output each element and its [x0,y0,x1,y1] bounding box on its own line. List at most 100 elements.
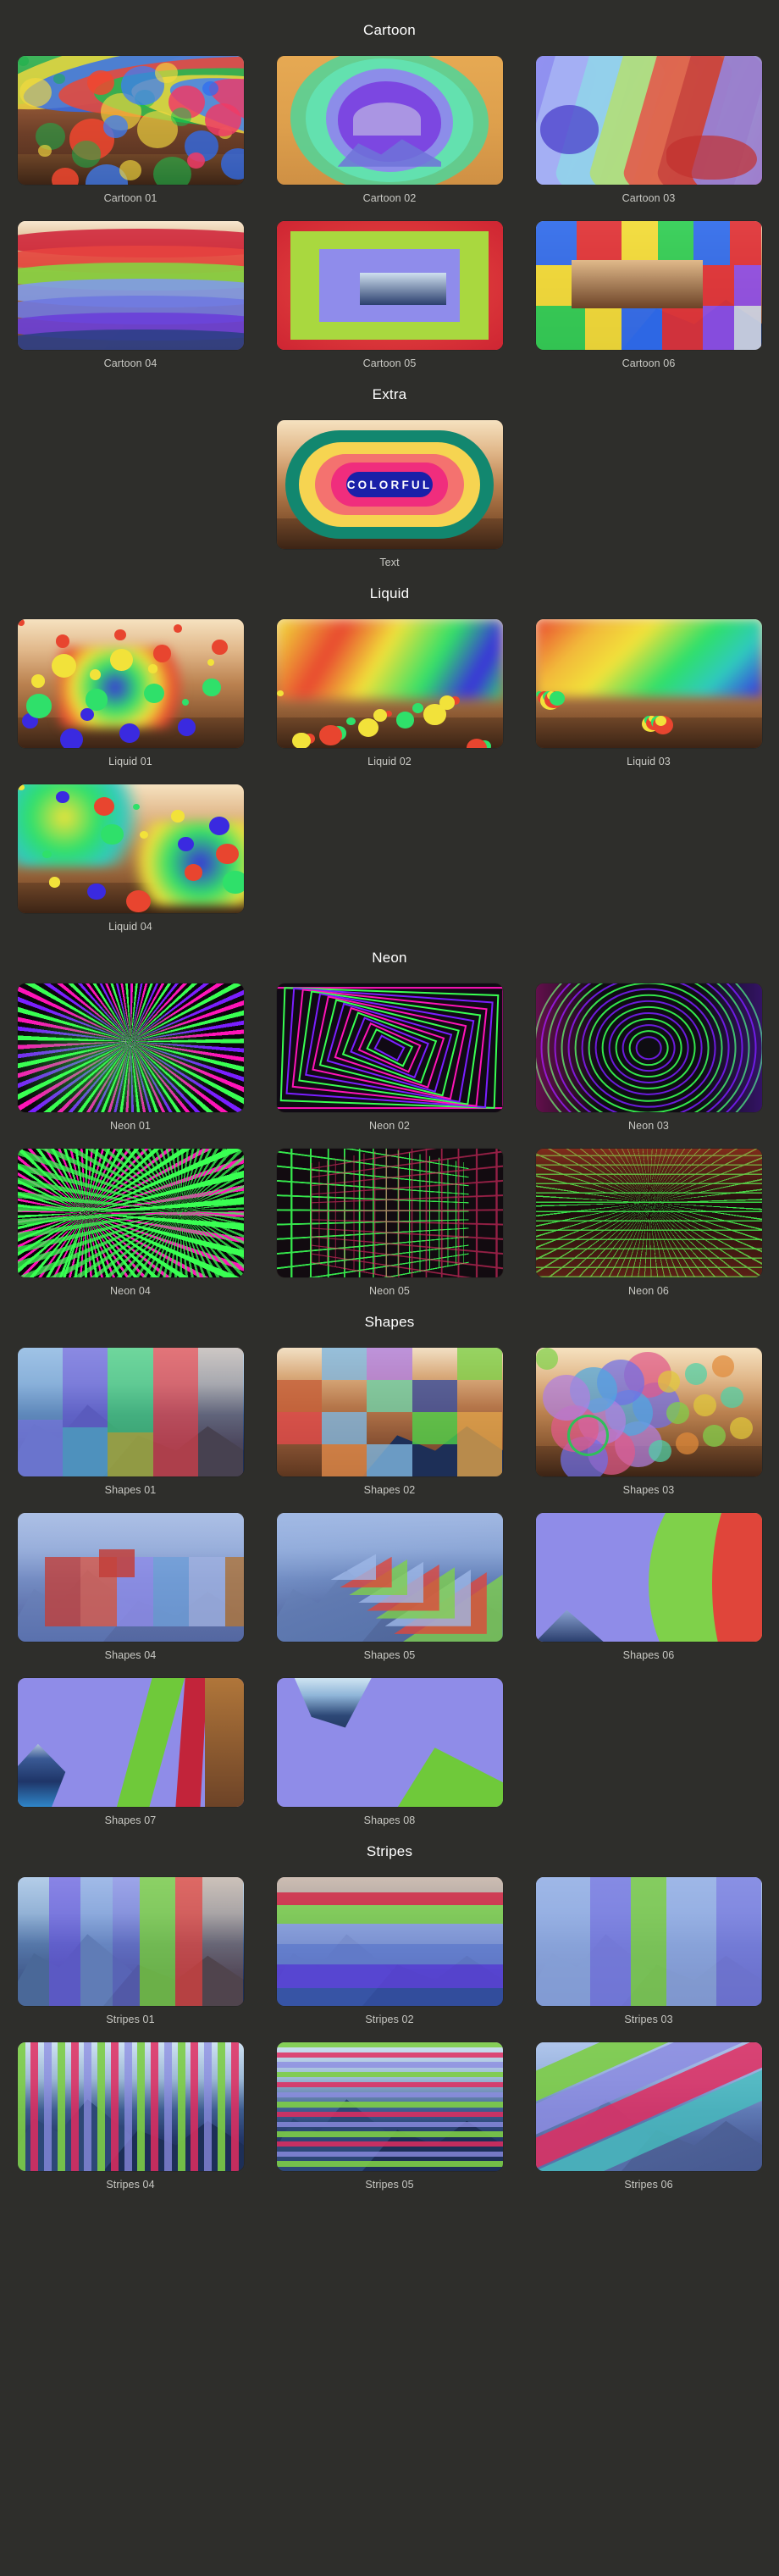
effect-thumbnail[interactable] [535,1348,762,1476]
effect-item[interactable]: Liquid 02 [276,619,503,769]
effect-thumbnail[interactable] [535,2042,762,2171]
effect-thumbnail[interactable] [276,221,503,350]
effect-thumbnail[interactable] [17,619,244,748]
effect-label: Neon 03 [628,1120,669,1132]
effect-thumbnail[interactable] [17,1877,244,2006]
effect-item[interactable]: Neon 06 [535,1149,762,1299]
section-stripes: Stripes Stripes 01 Stripes 02 Stripes 03 Str… [0,1828,779,2192]
effect-item[interactable]: Shapes 08 [276,1678,503,1828]
effect-item[interactable]: Liquid 04 [17,784,244,934]
effect-thumbnail[interactable] [17,1149,244,1277]
effect-item[interactable]: Stripes 02 [276,1877,503,2027]
effect-label: Stripes 02 [365,2014,414,2025]
effect-thumbnail[interactable] [276,1877,503,2006]
section-title: Neon [372,950,407,966]
effect-item[interactable]: Neon 05 [276,1149,503,1299]
effect-item[interactable]: Stripes 05 [276,2042,503,2192]
effects-browser: Cartoon Cartoon 01 Cartoon 02 Cartoon 03 Car… [0,0,779,2192]
effect-thumbnail[interactable] [535,56,762,185]
effect-label: Shapes 01 [104,1484,157,1496]
effect-label: Text [379,557,400,568]
effect-label: Shapes 03 [622,1484,675,1496]
effect-thumbnail[interactable] [535,1877,762,2006]
effect-item[interactable]: Cartoon 01 [17,56,244,206]
section-neon: Neon Neon 01 Neon 02 Neon 03 Neon 04 Neon 05 N… [0,934,779,1299]
effect-thumbnail[interactable] [535,1149,762,1277]
effect-label: Liquid 02 [367,756,412,767]
effect-thumbnail[interactable] [17,983,244,1112]
effect-item[interactable]: Neon 02 [276,983,503,1133]
effect-label: Shapes 06 [622,1649,675,1661]
effect-label: Stripes 05 [365,2179,414,2191]
effect-label: Cartoon 02 [362,192,417,204]
effect-thumbnail[interactable] [17,1348,244,1476]
effect-thumbnail[interactable] [17,2042,244,2171]
effect-item[interactable]: Neon 04 [17,1149,244,1299]
effect-thumbnail[interactable] [17,56,244,185]
effect-item[interactable]: Shapes 06 [535,1513,762,1663]
effect-item[interactable]: Cartoon 02 [276,56,503,206]
effect-item[interactable]: Cartoon 06 [535,221,762,371]
effect-thumbnail[interactable] [17,1513,244,1642]
effect-thumbnail[interactable] [276,1348,503,1476]
section-shapes: Shapes Shapes 01 Shapes 02 Shapes 03 Shapes … [0,1299,779,1828]
effect-thumbnail[interactable] [17,784,244,913]
effect-item[interactable]: Shapes 01 [17,1348,244,1498]
effect-label: Neon 02 [369,1120,410,1132]
effect-item[interactable]: Cartoon 05 [276,221,503,371]
thumbnail-grid: Liquid 01 Liquid 02 Liquid 03 Liquid 04 [0,619,779,934]
effect-thumbnail[interactable] [535,983,762,1112]
effect-item[interactable]: Shapes 02 [276,1348,503,1498]
effect-item[interactable]: Stripes 01 [17,1877,244,2027]
section-liquid: Liquid Liquid 01 Liquid 02 Liquid 03 Liquid … [0,570,779,934]
section-title: Cartoon [363,22,416,38]
effect-item[interactable]: COLORFUL Text [276,420,503,570]
effect-item[interactable]: Shapes 05 [276,1513,503,1663]
effect-thumbnail[interactable] [535,221,762,350]
section-title: Liquid [369,585,410,601]
effect-item[interactable]: Liquid 03 [535,619,762,769]
effect-thumbnail[interactable] [276,619,503,748]
thumbnail-grid: Cartoon 01 Cartoon 02 Cartoon 03 Cartoon 04… [0,56,779,371]
effect-item[interactable]: Cartoon 03 [535,56,762,206]
effect-label: Stripes 06 [624,2179,673,2191]
effect-label: Cartoon 04 [103,357,157,369]
effect-label: Cartoon 06 [622,357,676,369]
effect-thumbnail[interactable] [276,1149,503,1277]
effect-item[interactable]: Stripes 03 [535,1877,762,2027]
effect-label: Neon 05 [369,1285,410,1297]
colorful-badge-text: COLORFUL [346,478,433,491]
effect-thumbnail[interactable] [535,619,762,748]
thumbnail-grid: Shapes 01 Shapes 02 Shapes 03 Shapes 04 Shap… [0,1348,779,1828]
effect-label: Liquid 03 [627,756,671,767]
section-cartoon: Cartoon Cartoon 01 Cartoon 02 Cartoon 03 Car… [0,7,779,371]
effect-item[interactable]: Cartoon 04 [17,221,244,371]
effect-item[interactable]: Stripes 06 [535,2042,762,2192]
section-extra: Extra COLORFUL Text [0,371,779,570]
effect-label: Shapes 07 [104,1814,157,1826]
effect-label: Stripes 04 [106,2179,155,2191]
effect-label: Stripes 03 [624,2014,673,2025]
effect-thumbnail[interactable] [276,983,503,1112]
effect-item[interactable]: Shapes 04 [17,1513,244,1663]
effect-thumbnail[interactable] [17,1678,244,1807]
effect-thumbnail[interactable] [535,1513,762,1642]
effect-thumbnail[interactable] [276,1513,503,1642]
effect-item[interactable]: Neon 03 [535,983,762,1133]
effect-thumbnail[interactable] [17,221,244,350]
effect-item[interactable]: Liquid 01 [17,619,244,769]
effect-label: Neon 04 [110,1285,151,1297]
thumbnail-grid: COLORFUL Text [0,420,779,570]
section-title: Shapes [364,1314,415,1330]
effect-thumbnail[interactable] [276,56,503,185]
thumbnail-grid: Neon 01 Neon 02 Neon 03 Neon 04 Neon 05 Neon … [0,983,779,1299]
effect-thumbnail[interactable] [276,2042,503,2171]
effect-thumbnail[interactable] [276,1678,503,1807]
effect-item[interactable]: Shapes 07 [17,1678,244,1828]
effect-label: Shapes 05 [363,1649,416,1661]
effect-label: Neon 06 [628,1285,669,1297]
effect-thumbnail[interactable]: COLORFUL [276,420,503,549]
effect-item[interactable]: Neon 01 [17,983,244,1133]
effect-item[interactable]: Shapes 03 [535,1348,762,1498]
effect-item[interactable]: Stripes 04 [17,2042,244,2192]
